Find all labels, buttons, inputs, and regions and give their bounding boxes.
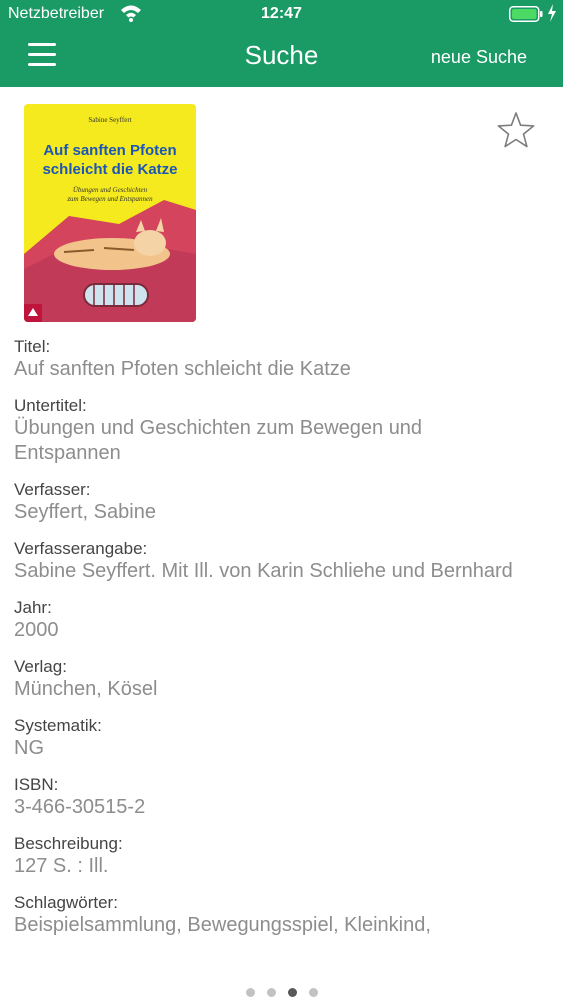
field-label: Schlagwörter:: [14, 893, 118, 912]
favorite-star-icon[interactable]: [496, 111, 536, 149]
field-value: Sabine Seyffert. Mit Ill. von Karin Schl…: [14, 560, 513, 582]
field-label: Verfasserangabe:: [14, 539, 148, 558]
new-search-button[interactable]: neue Suche: [431, 47, 527, 68]
field-value: 127 S. : Ill.: [14, 855, 109, 877]
clock: 12:47: [261, 5, 302, 22]
field-schlagwoerter: Schlagwörter: Beispielsammlung, Bewegung…: [14, 892, 534, 938]
field-value: 2000: [14, 619, 59, 641]
field-label: Jahr:: [14, 598, 52, 617]
field-label: Untertitel:: [14, 396, 87, 415]
page-indicator[interactable]: [0, 984, 563, 1002]
field-verlag: Verlag: München, Kösel: [14, 656, 534, 702]
field-value: München, Kösel: [14, 678, 158, 700]
field-isbn: ISBN: 3-466-30515-2: [14, 774, 534, 820]
field-beschreibung: Beschreibung: 127 S. : Ill.: [14, 833, 534, 879]
field-value: Seyffert, Sabine: [14, 501, 156, 523]
field-systematik: Systematik: NG: [14, 715, 534, 761]
charging-icon: [548, 4, 556, 22]
page-dot[interactable]: [308, 988, 318, 997]
field-value: Beispielsammlung, Bewegungsspiel, Kleink…: [14, 914, 431, 936]
field-label: Beschreibung:: [14, 834, 123, 853]
book-cover-image[interactable]: Sabine Seyffert Auf sanften Pfoten schle…: [24, 104, 196, 322]
detail-view: Sabine Seyffert Auf sanften Pfoten schle…: [0, 87, 563, 1000]
field-verfasserangabe: Verfasserangabe: Sabine Seyffert. Mit Il…: [14, 538, 534, 584]
field-titel: Titel: Auf sanften Pfoten schleicht die …: [14, 336, 534, 382]
field-untertitel: Untertitel: Übungen und Geschichten zum …: [14, 395, 534, 466]
battery-icon: [509, 6, 543, 22]
detail-fields: Titel: Auf sanften Pfoten schleicht die …: [14, 336, 534, 951]
nav-bar: Netzbetreiber 12:47 Suche neue Suche: [0, 0, 563, 87]
svg-text:Auf sanften Pfoten: Auf sanften Pfoten: [43, 142, 176, 159]
field-value: NG: [14, 737, 44, 759]
field-label: Titel:: [14, 337, 51, 356]
svg-text:Übungen und Geschichten: Übungen und Geschichten: [73, 186, 148, 194]
field-label: Systematik:: [14, 716, 102, 735]
field-label: ISBN:: [14, 775, 59, 794]
status-bar: Netzbetreiber 12:47: [0, 0, 563, 30]
field-jahr: Jahr: 2000: [14, 597, 534, 643]
field-value: Auf sanften Pfoten schleicht die Katze: [14, 358, 351, 380]
svg-text:Sabine Seyffert: Sabine Seyffert: [88, 116, 131, 124]
svg-text:schleicht die Katze: schleicht die Katze: [42, 161, 177, 178]
field-value: Übungen und Geschichten zum Bewegen und …: [14, 417, 423, 464]
page-dot[interactable]: [245, 988, 255, 997]
field-label: Verfasser:: [14, 480, 91, 499]
page-dot[interactable]: [266, 988, 276, 997]
field-value: 3-466-30515-2: [14, 796, 146, 818]
field-label: Verlag:: [14, 657, 67, 676]
svg-text:zum Bewegen und Entspannen: zum Bewegen und Entspannen: [66, 195, 153, 203]
page-dot-active[interactable]: [287, 988, 297, 997]
field-verfasser: Verfasser: Seyffert, Sabine: [14, 479, 534, 525]
